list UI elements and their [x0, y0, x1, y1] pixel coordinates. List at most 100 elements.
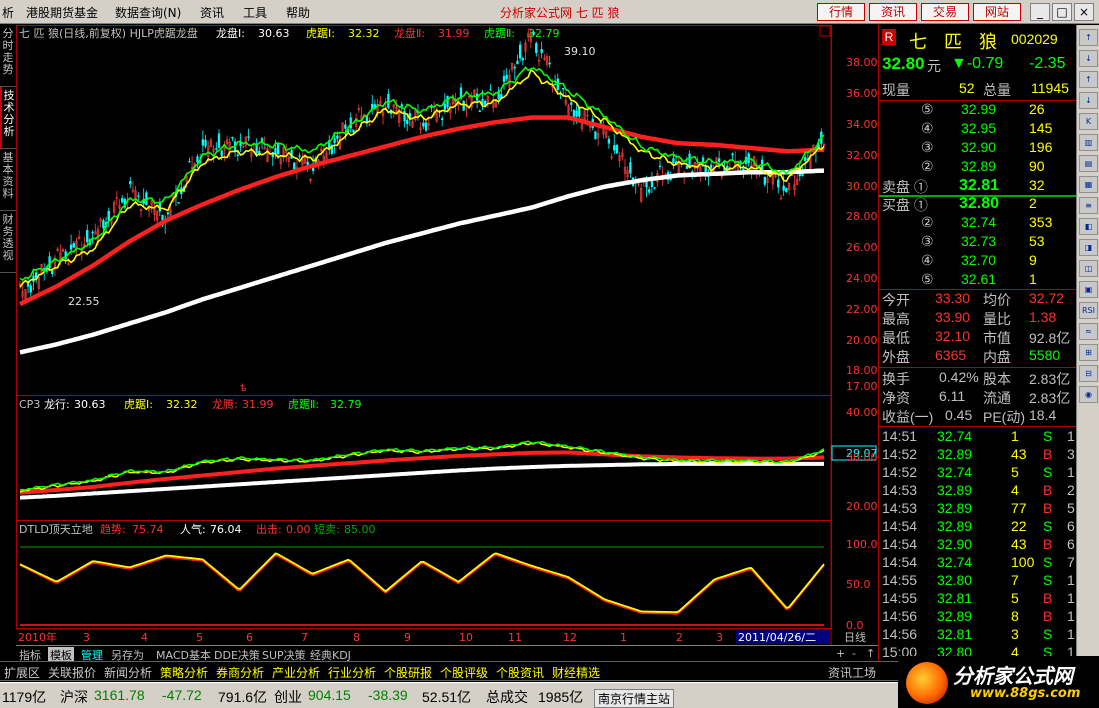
minimize-button[interactable]: _: [1030, 3, 1050, 21]
watermark-logo: 分析家公式网 www.88gs.com: [898, 656, 1099, 708]
scroll-up-icon[interactable]: ↑: [866, 647, 875, 660]
candle-body: [45, 270, 49, 272]
func-news-analysis[interactable]: 新闻分析: [104, 664, 152, 681]
func-sector[interactable]: 行业分析: [328, 664, 376, 681]
candle-body: [188, 161, 191, 163]
period-label[interactable]: 日线: [844, 630, 866, 644]
toolbar-icon[interactable]: K: [1079, 113, 1098, 130]
signal-icon: ѣ: [240, 383, 247, 394]
cp3-hujv1-value: 32.32: [166, 398, 198, 411]
candle-body: [658, 165, 662, 167]
tick-time: 14:53: [882, 482, 918, 498]
close-button[interactable]: ×: [1074, 3, 1094, 21]
toolbar-icon[interactable]: ⊞: [1079, 344, 1098, 361]
tick-direction: S: [1043, 626, 1053, 642]
toolbar-icon[interactable]: ▦: [1079, 176, 1098, 193]
server-name[interactable]: 南京行情主站: [594, 689, 675, 708]
toolbar-icon[interactable]: ▣: [1079, 281, 1098, 298]
tick-count: 3: [1067, 446, 1075, 462]
chart-area[interactable]: 七 匹 狼(日线,前复权) HJLP虎踞龙盘 龙盘Ⅰ: 30.63 虎踞Ⅰ: 3…: [16, 25, 878, 645]
tick-price: 32.89: [937, 518, 973, 534]
tab-financial[interactable]: 财务透视: [0, 211, 16, 273]
toolbar-icon[interactable]: ↑: [1079, 71, 1098, 88]
time-label: 3: [716, 631, 723, 644]
status-amount: 1179亿: [2, 689, 47, 705]
candle-body: [69, 244, 73, 250]
quote-nav-button[interactable]: 行情: [817, 3, 865, 21]
fin-label: 净资: [882, 390, 910, 406]
toolbar-icon[interactable]: ↓: [1079, 50, 1098, 67]
toolbar-icon[interactable]: ◧: [1079, 218, 1098, 235]
menu-item-tools[interactable]: 工具: [243, 4, 267, 21]
toolbar-icon[interactable]: ≡: [1079, 197, 1098, 214]
news-nav-button[interactable]: 资讯: [869, 3, 917, 21]
candle-body: [785, 187, 788, 193]
tick-volume: 1: [1011, 428, 1019, 444]
menu-item-analysis[interactable]: 析: [2, 4, 14, 21]
hs-amount: 791.6亿: [218, 689, 268, 705]
zoom-in-button[interactable]: +: [836, 647, 845, 660]
candle-body: [424, 122, 428, 131]
func-research[interactable]: 个股研报: [384, 664, 432, 681]
buy-row: ④ 32.70 9: [879, 252, 1077, 271]
candle-body: [86, 230, 89, 243]
stat-value: 92.8亿: [1029, 330, 1071, 346]
toolbar-icon[interactable]: ◨: [1079, 239, 1098, 256]
menu-item-help[interactable]: 帮助: [286, 4, 310, 21]
dtld-shortsell-label: 短卖:: [314, 522, 340, 536]
toolbar-icon[interactable]: ⊟: [1079, 365, 1098, 382]
sell-row: ② 32.89 90: [879, 158, 1077, 177]
candle-body: [613, 145, 616, 151]
func-finance-picks[interactable]: 财经精选: [552, 664, 600, 681]
func-broker[interactable]: 券商分析: [216, 664, 264, 681]
stat-row: 外盘 6365 内盘 5580: [879, 347, 1077, 366]
toolbar-icon[interactable]: ↑: [1079, 29, 1098, 46]
toolbar-icon[interactable]: ◫: [1079, 260, 1098, 277]
maximize-button[interactable]: □: [1052, 3, 1072, 21]
fin-label: 股本: [983, 371, 1011, 387]
buy-level: ③: [921, 233, 934, 249]
tab-intraday[interactable]: 分时走势: [0, 25, 16, 87]
stat-value: 32.72: [1029, 290, 1065, 306]
menu-item-hk-futures[interactable]: 港股期货基金: [26, 4, 98, 21]
sell-volume: 196: [1029, 139, 1053, 155]
toolbar-icon[interactable]: RSI: [1079, 302, 1098, 319]
toolbar-icon[interactable]: ▤: [1079, 155, 1098, 172]
menu-item-news[interactable]: 资讯: [200, 4, 224, 21]
toolbar-icon[interactable]: ≈: [1079, 323, 1098, 340]
toolbar-icon[interactable]: ◉: [1079, 386, 1098, 403]
func-rating[interactable]: 个股评级: [440, 664, 488, 681]
tab-basic-info[interactable]: 基本资料: [0, 149, 16, 211]
candle-body: [129, 181, 132, 185]
func-strategy[interactable]: 策略分析: [160, 664, 208, 681]
fin-value: 0.45: [945, 407, 973, 423]
tick-direction: B: [1043, 446, 1053, 462]
menu-item-data-query[interactable]: 数据查询(N): [115, 4, 181, 21]
func-info-workshop[interactable]: 资讯工场: [828, 664, 876, 681]
toolbar-icon[interactable]: ↓: [1079, 92, 1098, 109]
func-industry-chain[interactable]: 产业分析: [272, 664, 320, 681]
func-extension[interactable]: 扩展区: [4, 664, 40, 681]
website-nav-button[interactable]: 网站: [973, 3, 1021, 21]
tick-row: 14:54 32.90 43 B 6: [879, 536, 1077, 555]
candle-body: [462, 100, 465, 111]
candle-body: [648, 189, 651, 193]
sell-level: ⑤: [921, 101, 934, 117]
fin-row: 收益(一) 0.45 PE(动) 18.4: [879, 407, 1077, 426]
func-stock-news[interactable]: 个股资讯: [496, 664, 544, 681]
trade-nav-button[interactable]: 交易: [921, 3, 969, 21]
left-tab-bar: 分时走势 技术分析 基本资料 财务透视: [0, 25, 16, 273]
func-related-quote[interactable]: 关联报价: [48, 664, 96, 681]
main-tick: 18.00: [846, 364, 878, 377]
main-tick: 38.00: [846, 56, 878, 69]
candle-body: [406, 120, 409, 124]
main-tick: 28.00: [846, 210, 878, 223]
sell-price: 32.90: [961, 139, 997, 155]
zoom-out-button[interactable]: -: [852, 647, 856, 660]
cp3-hujv1-label: 虎踞Ⅰ:: [124, 398, 153, 411]
cursor-date: 2011/04/26/二: [738, 631, 816, 644]
tab-technical[interactable]: 技术分析: [0, 87, 16, 149]
tick-direction: S: [1043, 428, 1053, 444]
tick-row: 14:52 32.89 43 B 3: [879, 446, 1077, 465]
toolbar-icon[interactable]: ▥: [1079, 134, 1098, 151]
